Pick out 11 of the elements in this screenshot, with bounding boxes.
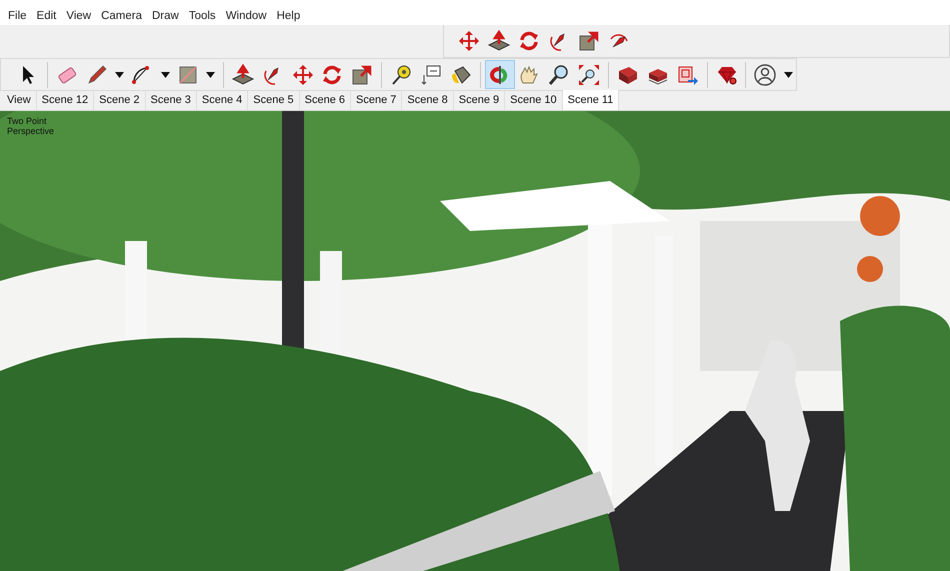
menu-item[interactable]: View (62, 7, 96, 25)
menu-item[interactable]: Window (222, 7, 271, 25)
menu-item[interactable]: File (4, 7, 31, 25)
menu-item[interactable]: Help (272, 7, 304, 25)
scene-tab[interactable]: Scene 11 (562, 90, 620, 110)
camera-label: Two Point Perspective (7, 116, 56, 136)
menu-item[interactable]: Edit (32, 7, 60, 25)
menu-item[interactable]: Camera (97, 7, 146, 25)
menu-item[interactable]: Draw (148, 7, 183, 25)
menu-item[interactable]: Tools (184, 7, 220, 25)
orbit-icon[interactable] (484, 60, 515, 89)
